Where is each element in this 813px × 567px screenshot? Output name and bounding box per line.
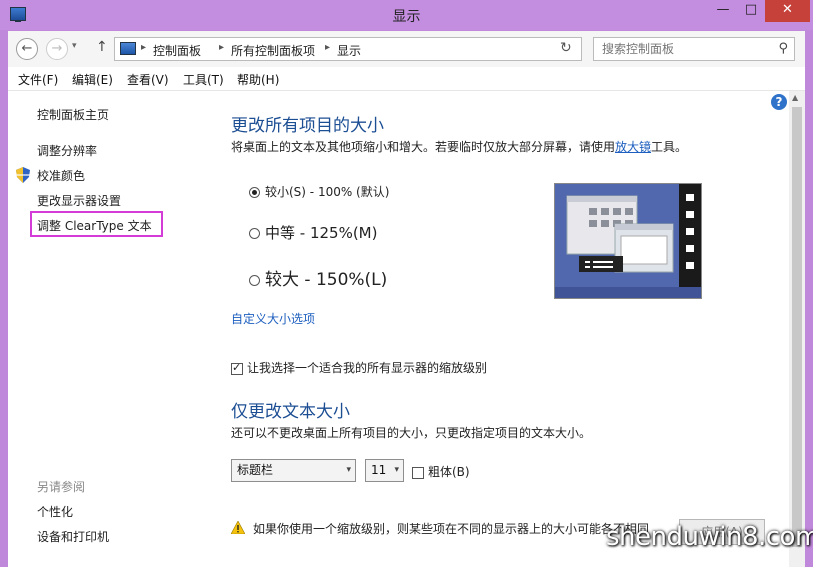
size-option-small[interactable]: 较小(S) - 100% (默认) bbox=[249, 183, 389, 200]
magnifier-link[interactable]: 放大镜 bbox=[615, 140, 651, 154]
forward-button[interactable]: → bbox=[46, 38, 68, 60]
scroll-thumb[interactable] bbox=[792, 107, 802, 547]
bold-checkbox-row[interactable]: 粗体(B) bbox=[412, 463, 470, 480]
scaling-checkbox-label: 让我选择一个适合我的所有显示器的缩放级别 bbox=[247, 361, 488, 375]
size-option-large[interactable]: 较大 - 150%(L) bbox=[249, 265, 387, 290]
search-box[interactable]: ⚲ bbox=[593, 37, 795, 61]
path-box[interactable]: ▸ 控制面板 ▸ 所有控制面板项 ▸ 显示 ▾ bbox=[114, 37, 650, 61]
radio-selected[interactable] bbox=[249, 187, 260, 198]
menu-edit[interactable]: 编辑(E) bbox=[72, 71, 113, 88]
back-button[interactable]: ← bbox=[16, 38, 38, 60]
sidebar-calibrate-link[interactable]: 校准颜色 bbox=[37, 167, 85, 184]
main-panel: 更改所有项目的大小 将桌面上的文本及其他项缩小和增大。若要临时仅放大部分屏幕，请… bbox=[231, 91, 791, 567]
item-select[interactable]: 标题栏 ▾ bbox=[231, 459, 356, 482]
see-also-heading: 另请参阅 bbox=[37, 480, 86, 494]
bold-checkbox[interactable] bbox=[412, 466, 424, 479]
sidebar-cleartype-link[interactable]: 调整 ClearType 文本 bbox=[37, 217, 152, 234]
size-select[interactable]: 11 ▾ bbox=[365, 459, 404, 482]
refresh-icon[interactable]: ↻ bbox=[560, 40, 572, 56]
close-button[interactable]: ✕ bbox=[765, 0, 810, 22]
warning-icon bbox=[231, 521, 245, 534]
scroll-up-arrow-icon[interactable]: ▲ bbox=[792, 93, 798, 102]
scaling-checkbox-row[interactable]: 让我选择一个适合我的所有显示器的缩放级别 bbox=[231, 359, 487, 376]
crumb-control-panel[interactable]: 控制面板 bbox=[153, 42, 201, 59]
help-icon[interactable]: ? bbox=[771, 94, 787, 110]
search-icon[interactable]: ⚲ bbox=[778, 41, 788, 56]
sidebar-home-link[interactable]: 控制面板主页 bbox=[37, 106, 109, 123]
sidebar: 控制面板主页 调整分辨率 校准颜色 更改显示器设置 调整 ClearType 文… bbox=[8, 91, 198, 567]
text-size-description: 还可以不更改桌面上所有项目的大小，只更改指定项目的文本大小。 bbox=[231, 426, 592, 440]
size-option-label: 中等 - 125%(M) bbox=[265, 224, 378, 242]
recent-pages-dropdown-icon[interactable]: ▾ bbox=[72, 41, 77, 51]
crumb-separator-icon[interactable]: ▸ bbox=[219, 42, 224, 53]
page-description: 将桌面上的文本及其他项缩小和增大。若要临时仅放大部分屏幕，请使用放大镜工具。 bbox=[231, 138, 687, 155]
radio[interactable] bbox=[249, 274, 260, 286]
window: 显示 — □ ✕ ← → ▾ ↑ ▸ 控制面板 ▸ 所有控制面板项 ▸ 显示 ▾… bbox=[0, 0, 813, 567]
text-size-heading: 仅更改文本大小 bbox=[231, 402, 350, 422]
menu-bar: 文件(F) 编辑(E) 查看(V) 工具(T) 帮助(H) bbox=[8, 67, 805, 91]
radio[interactable] bbox=[249, 228, 260, 239]
bold-checkbox-label: 粗体(B) bbox=[428, 465, 470, 479]
sidebar-resolution-link[interactable]: 调整分辨率 bbox=[37, 142, 97, 159]
shield-icon bbox=[16, 167, 30, 183]
sidebar-personalize-link[interactable]: 个性化 bbox=[37, 503, 73, 520]
size-option-medium[interactable]: 中等 - 125%(M) bbox=[249, 222, 377, 243]
description-text: 将桌面上的文本及其他项缩小和增大。若要临时仅放大部分屏幕，请使用 bbox=[231, 140, 616, 154]
up-button[interactable]: ↑ bbox=[96, 39, 108, 55]
size-option-label: 较小(S) - 100% (默认) bbox=[265, 185, 390, 199]
sidebar-display-settings-link[interactable]: 更改显示器设置 bbox=[37, 192, 121, 209]
warning-text: 如果你使用一个缩放级别，则某些项在不同的显示器上的大小可能各不相同 bbox=[253, 522, 650, 536]
menu-view[interactable]: 查看(V) bbox=[127, 71, 169, 88]
maximize-button[interactable]: □ bbox=[738, 0, 764, 22]
scaling-checkbox[interactable] bbox=[231, 361, 243, 375]
page-title: 更改所有项目的大小 bbox=[231, 116, 384, 136]
watermark: shenduwin8.com bbox=[606, 522, 813, 552]
menu-file[interactable]: 文件(F) bbox=[18, 71, 58, 88]
control-panel-icon bbox=[120, 42, 136, 55]
description-text-end: 工具。 bbox=[651, 140, 688, 154]
crumb-display[interactable]: 显示 bbox=[337, 42, 361, 59]
search-input[interactable] bbox=[594, 38, 769, 60]
item-select-value: 标题栏 bbox=[237, 463, 274, 477]
preview-illustration bbox=[555, 184, 701, 298]
menu-help[interactable]: 帮助(H) bbox=[237, 71, 279, 88]
sidebar-devices-link[interactable]: 设备和打印机 bbox=[37, 528, 109, 545]
content-area: 控制面板主页 调整分辨率 校准颜色 更改显示器设置 调整 ClearType 文… bbox=[8, 91, 805, 567]
preview-image bbox=[554, 183, 702, 299]
chevron-down-icon: ▾ bbox=[394, 465, 399, 475]
address-bar: ← → ▾ ↑ ▸ 控制面板 ▸ 所有控制面板项 ▸ 显示 ▾ ↻ ⚲ bbox=[8, 31, 805, 67]
crumb-separator-icon[interactable]: ▸ bbox=[141, 42, 146, 53]
title-bar: 显示 — □ ✕ bbox=[0, 0, 813, 30]
custom-size-link[interactable]: 自定义大小选项 bbox=[231, 310, 315, 327]
window-title: 显示 bbox=[392, 9, 421, 25]
scrollbar[interactable]: ▲ bbox=[789, 91, 805, 567]
crumb-separator-icon[interactable]: ▸ bbox=[325, 42, 330, 53]
size-select-value: 11 bbox=[371, 463, 387, 477]
chevron-down-icon: ▾ bbox=[346, 465, 351, 475]
size-option-label: 较大 - 150%(L) bbox=[265, 270, 388, 290]
crumb-all-items[interactable]: 所有控制面板项 bbox=[231, 42, 315, 59]
menu-tools[interactable]: 工具(T) bbox=[183, 71, 224, 88]
minimize-button[interactable]: — bbox=[710, 0, 736, 22]
